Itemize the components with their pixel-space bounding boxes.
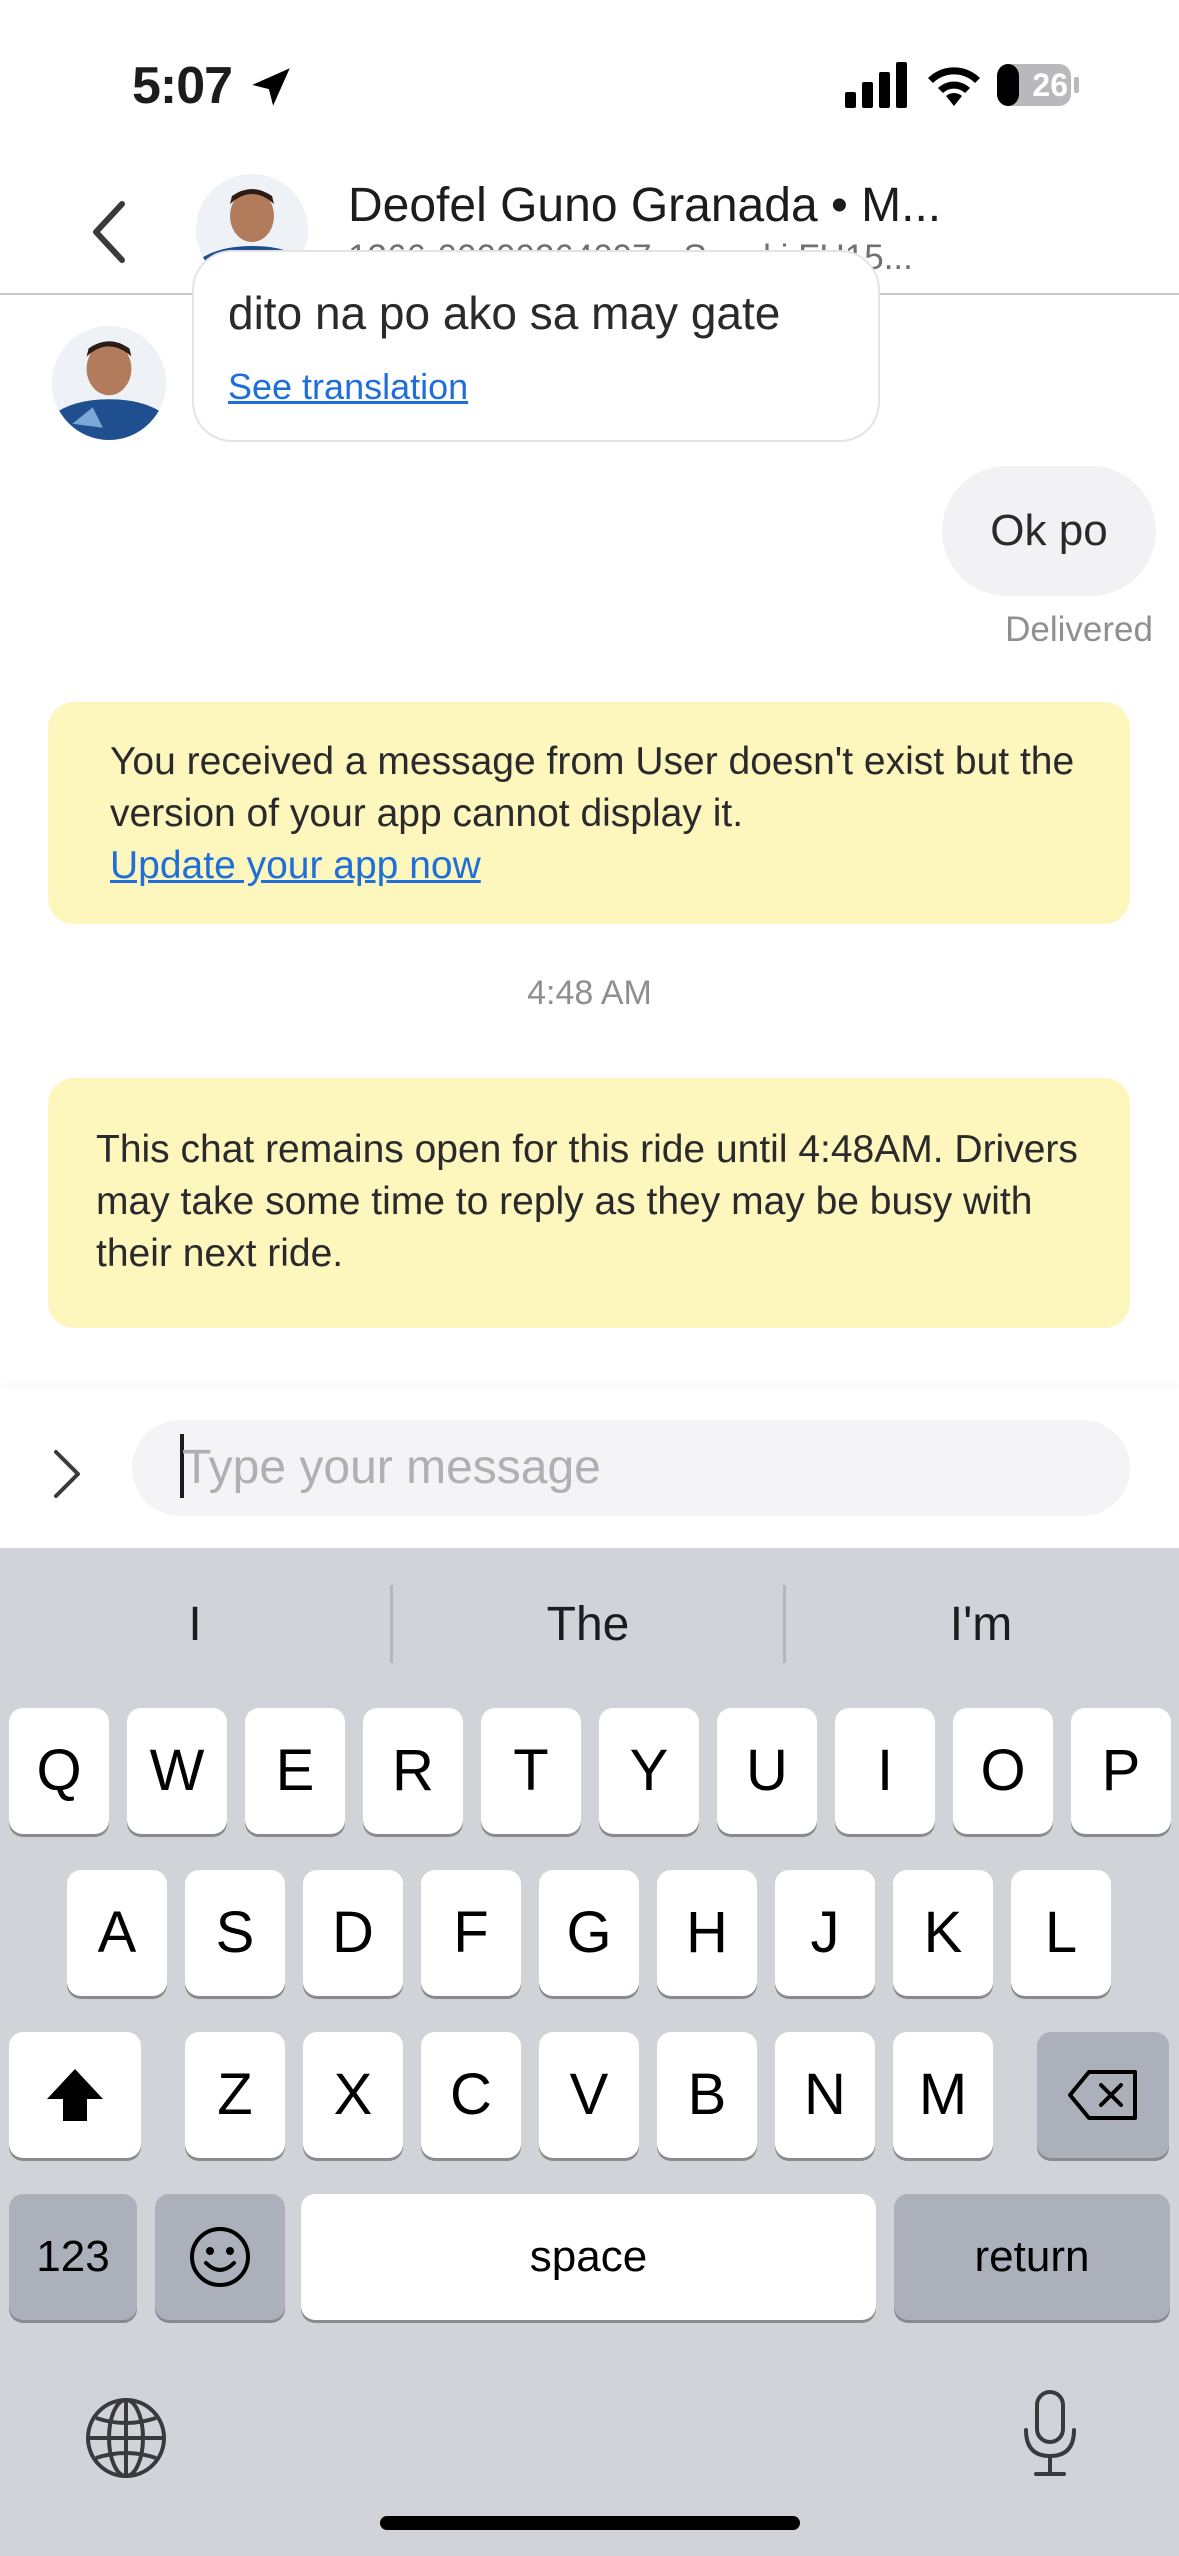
key-h[interactable]: H xyxy=(657,1870,757,1996)
incoming-message-bubble xyxy=(192,250,880,442)
key-p[interactable]: P xyxy=(1071,1708,1171,1834)
key-r[interactable]: R xyxy=(363,1708,463,1834)
delivery-status: Delivered xyxy=(1005,610,1153,649)
key-z[interactable]: Z xyxy=(185,2032,285,2158)
key-u[interactable]: U xyxy=(717,1708,817,1834)
key-t[interactable]: T xyxy=(481,1708,581,1834)
key-w[interactable]: W xyxy=(127,1708,227,1834)
battery-level: 26 xyxy=(1032,67,1068,103)
key-c[interactable]: C xyxy=(421,2032,521,2158)
key-i[interactable]: I xyxy=(835,1708,935,1834)
see-translation-link[interactable]: See translation xyxy=(228,366,468,408)
sender-photo xyxy=(52,326,166,440)
delete-key[interactable] xyxy=(1037,2032,1169,2158)
key-l[interactable]: L xyxy=(1011,1870,1111,1996)
key-y[interactable]: Y xyxy=(599,1708,699,1834)
update-app-link[interactable]: Update your app now xyxy=(110,840,481,892)
numbers-key[interactable]: 123 xyxy=(9,2194,137,2320)
globe-icon[interactable] xyxy=(84,2396,168,2480)
key-o[interactable]: O xyxy=(953,1708,1053,1834)
location-arrow-icon xyxy=(252,68,290,106)
suggestion-3[interactable]: I'm xyxy=(786,1560,1176,1690)
message-input-placeholder: Type your message xyxy=(182,1441,601,1494)
key-x[interactable]: X xyxy=(303,2032,403,2158)
key-n[interactable]: N xyxy=(775,2032,875,2158)
key-v[interactable]: V xyxy=(539,2032,639,2158)
key-q[interactable]: Q xyxy=(9,1708,109,1834)
emoji-key[interactable] xyxy=(155,2194,285,2320)
status-time: 5:07 xyxy=(132,57,233,115)
space-key[interactable]: space xyxy=(301,2194,876,2320)
chevron-right-icon[interactable] xyxy=(46,1444,86,1504)
emoji-icon xyxy=(190,2227,250,2287)
chat-open-notice-text: This chat remains open for this ride unt… xyxy=(96,1128,1078,1275)
unsupported-message-text: You received a message from User doesn't… xyxy=(110,740,1075,835)
key-f[interactable]: F xyxy=(421,1870,521,1996)
key-e[interactable]: E xyxy=(245,1708,345,1834)
message-sender-avatar xyxy=(52,326,166,440)
key-j[interactable]: J xyxy=(775,1870,875,1996)
wifi-icon xyxy=(928,67,980,106)
backspace-icon xyxy=(1068,2070,1137,2120)
cellular-signal-icon xyxy=(845,62,907,108)
back-button[interactable] xyxy=(82,194,138,270)
shift-icon xyxy=(47,2069,103,2121)
key-d[interactable]: D xyxy=(303,1870,403,1996)
microphone-icon[interactable] xyxy=(1020,2388,1080,2480)
key-k[interactable]: K xyxy=(893,1870,993,1996)
suggestion-2[interactable]: The xyxy=(393,1560,783,1690)
outgoing-message-text: Ok po xyxy=(990,506,1108,555)
suggestion-1[interactable]: I xyxy=(0,1560,390,1690)
key-a[interactable]: A xyxy=(67,1870,167,1996)
return-key[interactable]: return xyxy=(894,2194,1170,2320)
message-timestamp: 4:48 AM xyxy=(527,974,652,1012)
key-s[interactable]: S xyxy=(185,1870,285,1996)
key-b[interactable]: B xyxy=(657,2032,757,2158)
key-g[interactable]: G xyxy=(539,1870,639,1996)
home-indicator[interactable] xyxy=(380,2516,800,2530)
driver-name: Deofel Guno Granada • M... xyxy=(348,179,942,232)
status-bar: 5:07 26 xyxy=(0,0,1179,170)
key-m[interactable]: M xyxy=(893,2032,993,2158)
shift-key[interactable] xyxy=(9,2032,141,2158)
incoming-message-text: dito na po ako sa may gate xyxy=(228,287,781,339)
